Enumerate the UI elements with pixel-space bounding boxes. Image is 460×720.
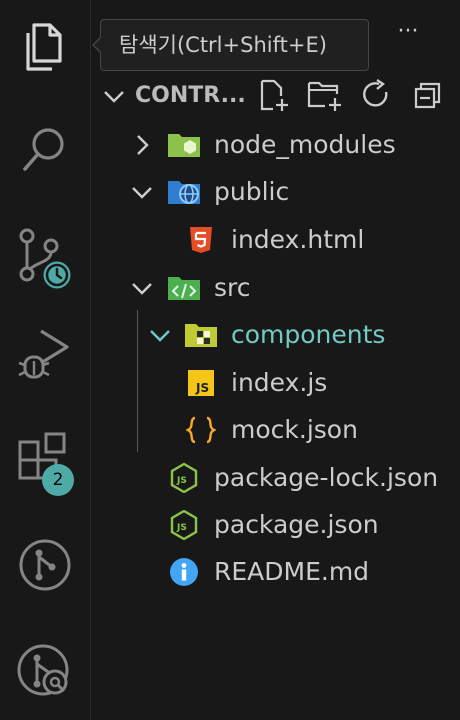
tree-item-label: package-lock.json: [214, 463, 439, 492]
collapse-all-icon[interactable]: [411, 78, 445, 116]
node-folder-icon: [167, 121, 201, 168]
tree-item-node-modules[interactable]: node_modules: [91, 121, 460, 168]
explorer-sidebar: ··· CONTR... node_modules public index.h…: [91, 0, 460, 720]
activity-bar: 2: [0, 0, 91, 720]
explorer-section-header[interactable]: CONTR...: [91, 72, 460, 119]
tree-item-readme-md[interactable]: README.md: [91, 548, 460, 595]
js-icon: JS: [184, 359, 218, 406]
tree-item-label: README.md: [214, 557, 370, 586]
tree-item-package-lock-json[interactable]: JS package-lock.json: [91, 454, 460, 501]
nodejs-icon: JS: [167, 454, 201, 501]
info-icon: [167, 548, 201, 595]
new-folder-icon[interactable]: [307, 78, 343, 116]
src-folder-icon: [167, 264, 201, 311]
tree-item-label: components: [231, 320, 386, 349]
tooltip-arrow-inner: [94, 38, 101, 52]
tree-item-label: package.json: [214, 510, 379, 539]
svg-text:JS: JS: [176, 476, 187, 486]
explorer-tooltip: 탐색기(Ctrl+Shift+E): [100, 19, 369, 71]
svg-text:JS: JS: [176, 523, 187, 533]
run-debug-button[interactable]: [0, 315, 90, 395]
tree-item-public[interactable]: public: [91, 168, 460, 215]
html5-icon: [184, 216, 218, 263]
svg-text:JS: JS: [195, 381, 209, 395]
tree-item-label: index.js: [231, 368, 328, 397]
tree-item-src[interactable]: src: [91, 264, 460, 311]
extensions-button[interactable]: 2: [0, 420, 90, 500]
tree-item-components[interactable]: components: [91, 311, 460, 358]
tree-item-mock-json[interactable]: mock.json: [91, 406, 460, 453]
gitlens-icon: [17, 644, 69, 696]
source-control-button[interactable]: [0, 218, 90, 298]
chevron-right-icon: [129, 121, 155, 168]
tree-item-label: src: [214, 273, 251, 302]
new-file-icon[interactable]: [257, 78, 291, 116]
git-branch-icon: [19, 539, 71, 591]
chevron-down-icon: [101, 72, 127, 119]
more-actions-button[interactable]: ···: [385, 14, 431, 50]
components-folder-icon: [184, 311, 218, 358]
chevron-down-icon: [147, 311, 173, 358]
tree-item-label: index.html: [231, 225, 365, 254]
run-debug-icon: [18, 329, 69, 379]
files-icon: [26, 23, 62, 71]
tree-item-label: public: [214, 177, 290, 206]
search-icon: [23, 128, 64, 171]
tree-item-label: node_modules: [214, 130, 396, 159]
extensions-badge: 2: [42, 464, 74, 496]
refresh-icon[interactable]: [359, 78, 393, 116]
tree-item-label: mock.json: [231, 415, 358, 444]
tree-item-package-json[interactable]: JS package.json: [91, 501, 460, 548]
source-control-icon: [19, 228, 74, 292]
nodejs-icon: JS: [167, 501, 201, 548]
tree-item-index-html[interactable]: index.html: [91, 216, 460, 263]
gitlens-button[interactable]: [0, 630, 90, 710]
tree-item-index-js[interactable]: JS index.js: [91, 359, 460, 406]
chevron-down-icon: [129, 264, 155, 311]
git-graph-button[interactable]: [0, 525, 90, 605]
public-folder-icon: [167, 168, 201, 215]
chevron-down-icon: [129, 168, 155, 215]
json-icon: [184, 406, 218, 453]
search-button[interactable]: [0, 111, 90, 191]
section-title: CONTR...: [135, 83, 246, 108]
explorer-button[interactable]: [0, 7, 90, 87]
